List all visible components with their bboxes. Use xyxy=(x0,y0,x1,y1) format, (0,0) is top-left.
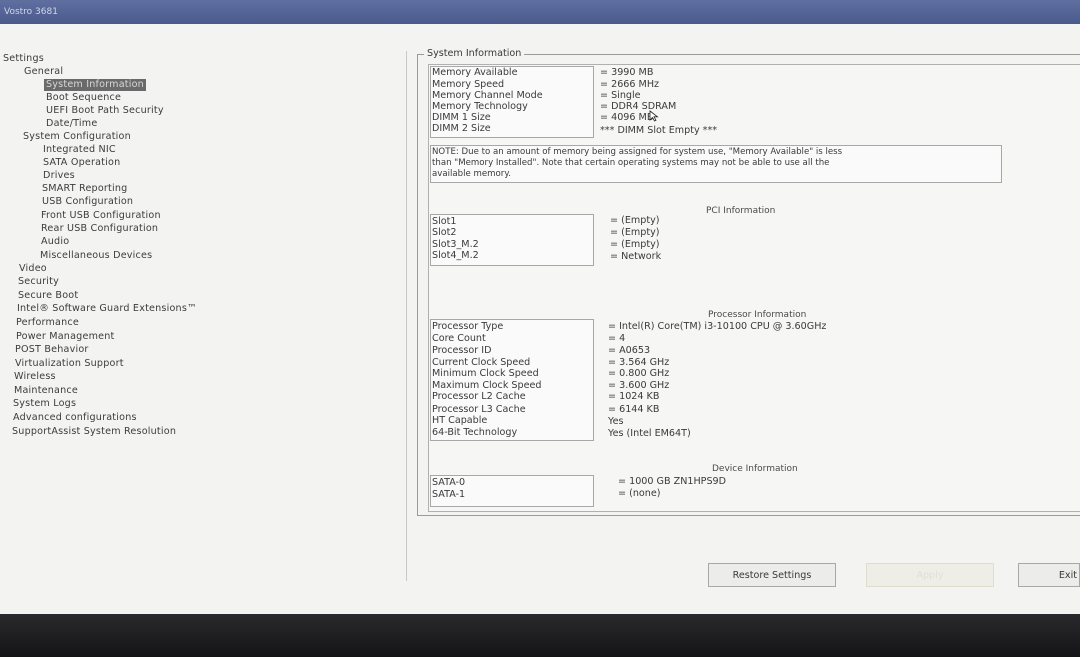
tree-item-front-usb-configuration[interactable]: Front USB Configuration xyxy=(41,210,161,222)
pci-slot-value: = Network xyxy=(610,251,662,262)
tree-item-system-configuration[interactable]: System Configuration xyxy=(23,131,131,143)
tree-item-maintenance[interactable]: Maintenance xyxy=(14,385,78,397)
tree-item-virtualization-support[interactable]: Virtualization Support xyxy=(15,358,124,370)
processor-value: = 0.800 GHz xyxy=(608,368,670,379)
tree-item-general[interactable]: General xyxy=(24,66,63,78)
device-information-heading: Device Information xyxy=(712,464,798,474)
tree-item-system-information[interactable]: System Information xyxy=(44,79,146,91)
tree-item-intel-sgx[interactable]: Intel® Software Guard Extensions™ xyxy=(17,303,197,315)
memory-note-line: NOTE: Due to an amount of memory being a… xyxy=(432,147,843,157)
tree-item-supportassist[interactable]: SupportAssist System Resolution xyxy=(12,426,176,438)
tree-item-smart-reporting[interactable]: SMART Reporting xyxy=(42,183,127,195)
tree-item-advanced-configurations[interactable]: Advanced configurations xyxy=(13,412,137,424)
mouse-cursor-icon xyxy=(649,110,659,122)
processor-value: Yes xyxy=(608,416,624,427)
restore-settings-button[interactable]: Restore Settings xyxy=(708,563,836,587)
memory-note-line: than "Memory Installed". Note that certa… xyxy=(432,158,830,168)
tree-item-sata-operation[interactable]: SATA Operation xyxy=(43,157,120,169)
tree-item-security[interactable]: Security xyxy=(18,276,59,288)
tree-item-wireless[interactable]: Wireless xyxy=(14,371,56,383)
tree-item-system-logs[interactable]: System Logs xyxy=(13,398,76,410)
tree-item-performance[interactable]: Performance xyxy=(16,317,79,329)
settings-tree: Settings General System Information Boot… xyxy=(0,51,407,581)
memory-value: = 4096 MB xyxy=(600,112,654,123)
processor-label: 64-Bit Technology xyxy=(432,427,518,438)
tree-item-settings[interactable]: Settings xyxy=(3,53,44,65)
memory-label: DIMM 2 Size xyxy=(432,123,491,134)
pci-slot-value: = (Empty) xyxy=(610,215,660,226)
window-title: Vostro 3681 xyxy=(4,7,58,17)
processor-value: = 4 xyxy=(608,333,626,344)
exit-button[interactable]: Exit xyxy=(1018,563,1080,587)
monitor-bezel xyxy=(0,614,1080,657)
device-label: SATA-1 xyxy=(432,489,466,500)
pci-slot-value: = (Empty) xyxy=(610,239,660,250)
tree-item-power-management[interactable]: Power Management xyxy=(16,331,114,343)
tree-item-uefi-boot-path-security[interactable]: UEFI Boot Path Security xyxy=(46,105,164,117)
tree-item-miscellaneous-devices[interactable]: Miscellaneous Devices xyxy=(40,250,152,262)
apply-button[interactable]: Apply xyxy=(866,563,994,587)
device-value: = (none) xyxy=(618,488,661,499)
tree-item-integrated-nic[interactable]: Integrated NIC xyxy=(43,144,116,156)
tree-item-post-behavior[interactable]: POST Behavior xyxy=(15,344,89,356)
bios-screen: Settings General System Information Boot… xyxy=(0,24,1080,614)
memory-note-line: available memory. xyxy=(432,169,511,179)
processor-label: Processor ID xyxy=(432,345,492,356)
pci-slot-value: = (Empty) xyxy=(610,227,660,238)
tree-item-rear-usb-configuration[interactable]: Rear USB Configuration xyxy=(41,223,158,235)
processor-value: Yes (Intel EM64T) xyxy=(608,428,691,439)
pci-information-heading: PCI Information xyxy=(706,206,776,216)
panel-title: System Information xyxy=(424,48,525,59)
tree-item-audio[interactable]: Audio xyxy=(41,236,69,248)
device-value: = 1000 GB ZN1HPS9D xyxy=(618,476,727,487)
memory-label: Memory Available xyxy=(432,67,518,78)
memory-value: *** DIMM Slot Empty *** xyxy=(600,125,718,136)
processor-value: = 1024 KB xyxy=(608,391,660,402)
processor-value: = A0653 xyxy=(608,345,651,356)
processor-value: = Intel(R) Core(TM) i3-10100 CPU @ 3.60G… xyxy=(608,321,827,332)
pci-slot-label: Slot4_M.2 xyxy=(432,250,479,261)
tree-item-video[interactable]: Video xyxy=(19,263,47,275)
processor-label: Processor L2 Cache xyxy=(432,391,526,402)
tree-item-usb-configuration[interactable]: USB Configuration xyxy=(42,196,133,208)
processor-label: Minimum Clock Speed xyxy=(432,368,539,379)
device-label: SATA-0 xyxy=(432,477,466,488)
window-title-bar: Vostro 3681 xyxy=(0,0,1080,24)
processor-label: Core Count xyxy=(432,333,486,344)
processor-value: = 6144 KB xyxy=(608,404,660,415)
memory-value: = 3990 MB xyxy=(600,67,654,78)
pci-slot-label: Slot2 xyxy=(432,227,457,238)
tree-item-boot-sequence[interactable]: Boot Sequence xyxy=(46,92,121,104)
processor-label: HT Capable xyxy=(432,415,488,426)
tree-item-secure-boot[interactable]: Secure Boot xyxy=(18,290,78,302)
tree-item-date-time[interactable]: Date/Time xyxy=(46,118,97,130)
tree-item-drives[interactable]: Drives xyxy=(43,170,75,182)
processor-label: Processor Type xyxy=(432,321,504,332)
